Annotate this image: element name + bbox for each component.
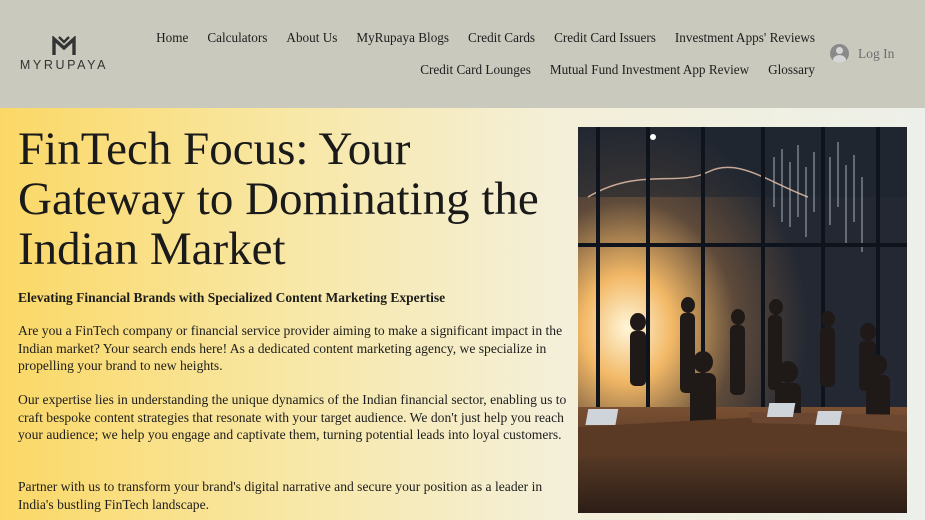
hero-office-image: [578, 127, 907, 513]
m-logo-icon: [52, 36, 76, 55]
site-header: MYRUPAYA Home Calculators About Us MyRup…: [0, 0, 925, 108]
nav-about-us[interactable]: About Us: [286, 30, 337, 46]
nav-mutual-fund-app-review[interactable]: Mutual Fund Investment App Review: [550, 62, 749, 78]
main-nav-row-2: Credit Card Lounges Mutual Fund Investme…: [420, 62, 815, 78]
login-button[interactable]: Log In: [830, 44, 894, 63]
brand-logo[interactable]: MYRUPAYA: [16, 36, 112, 76]
nav-myrupaya-blogs[interactable]: MyRupaya Blogs: [356, 30, 449, 46]
login-label: Log In: [858, 45, 895, 61]
nav-credit-card-lounges[interactable]: Credit Card Lounges: [420, 62, 531, 78]
user-avatar-icon: [830, 44, 849, 63]
hero-paragraph-intro: Are you a FinTech company or financial s…: [18, 323, 563, 373]
hero-subtitle: Elevating Financial Brands with Speciali…: [18, 290, 446, 305]
nav-credit-cards[interactable]: Credit Cards: [468, 30, 535, 46]
nav-home[interactable]: Home: [156, 30, 188, 46]
nav-investment-apps-reviews[interactable]: Investment Apps' Reviews: [675, 30, 815, 46]
nav-glossary[interactable]: Glossary: [768, 62, 815, 78]
main-nav-row-1: Home Calculators About Us MyRupaya Blogs…: [156, 30, 815, 46]
hero-paragraph-expertise: Our expertise lies in understanding the …: [18, 392, 567, 442]
nav-calculators[interactable]: Calculators: [207, 30, 267, 46]
hero-title: FinTech Focus: Your Gateway to Dominatin…: [18, 123, 539, 275]
hero-section: FinTech Focus: Your Gateway to Dominatin…: [0, 108, 925, 520]
nav-credit-card-issuers[interactable]: Credit Card Issuers: [554, 30, 656, 46]
brand-name: MYRUPAYA: [19, 58, 109, 72]
hero-paragraph-partner: Partner with us to transform your brand'…: [18, 479, 543, 512]
